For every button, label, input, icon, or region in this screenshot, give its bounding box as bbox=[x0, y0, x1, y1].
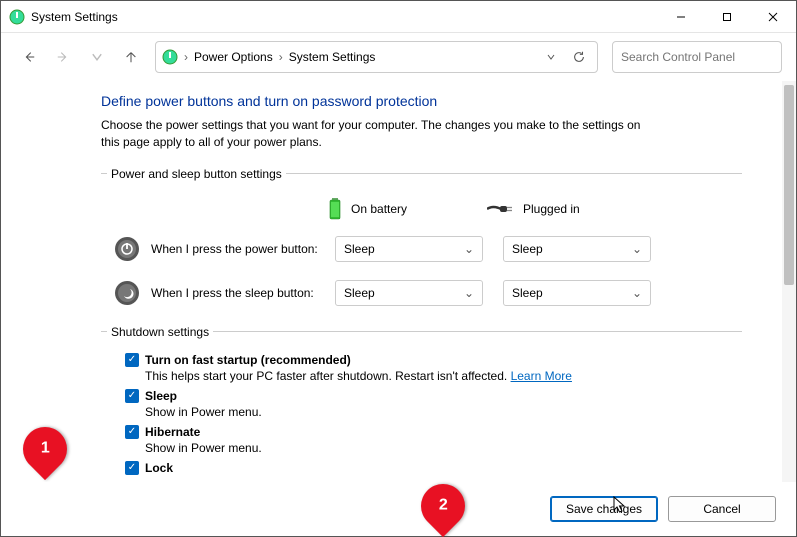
col-battery-label: On battery bbox=[351, 202, 407, 216]
hibernate-sub: Show in Power menu. bbox=[125, 439, 742, 455]
power-button-label: When I press the power button: bbox=[151, 242, 327, 256]
power-options-icon bbox=[162, 49, 178, 65]
fast-startup-checkbox[interactable]: ✓ bbox=[125, 353, 139, 367]
address-bar[interactable]: › Power Options › System Settings bbox=[155, 41, 598, 73]
power-button-plugged-select[interactable]: Sleep ⌄ bbox=[503, 236, 651, 262]
app-icon bbox=[9, 9, 25, 25]
hibernate-checkbox[interactable]: ✓ bbox=[125, 425, 139, 439]
chevron-down-icon: ⌄ bbox=[632, 286, 642, 300]
sleep-button-label: When I press the sleep button: bbox=[151, 286, 327, 300]
back-button[interactable] bbox=[15, 43, 43, 71]
page-heading: Define power buttons and turn on passwor… bbox=[101, 93, 742, 109]
fast-startup-sub: This helps start your PC faster after sh… bbox=[125, 367, 742, 383]
up-button[interactable] bbox=[117, 43, 145, 71]
shutdown-group: Shutdown settings ✓ Turn on fast startup… bbox=[101, 325, 742, 482]
lock-checkbox[interactable]: ✓ bbox=[125, 461, 139, 475]
cancel-button[interactable]: Cancel bbox=[668, 496, 776, 522]
scrollbar-thumb[interactable] bbox=[784, 85, 794, 285]
plug-icon bbox=[487, 203, 515, 215]
chevron-right-icon: › bbox=[277, 50, 285, 64]
lock-item: ✓ Lock bbox=[125, 461, 742, 475]
lock-label: Lock bbox=[145, 461, 173, 475]
minimize-button[interactable] bbox=[658, 1, 704, 32]
refresh-button[interactable] bbox=[567, 45, 591, 69]
search-input[interactable] bbox=[621, 50, 776, 64]
page-description: Choose the power settings that you want … bbox=[101, 117, 661, 151]
breadcrumb-parent[interactable]: Power Options bbox=[190, 48, 277, 66]
nav-toolbar: › Power Options › System Settings bbox=[1, 33, 796, 81]
app-window: System Settings › Power Options › System… bbox=[0, 0, 797, 537]
power-button-icon bbox=[113, 235, 141, 263]
sleep-label: Sleep bbox=[145, 389, 177, 403]
sleep-button-plugged-select[interactable]: Sleep ⌄ bbox=[503, 280, 651, 306]
hibernate-label: Hibernate bbox=[145, 425, 200, 439]
maximize-button[interactable] bbox=[704, 1, 750, 32]
col-plugged-label: Plugged in bbox=[523, 202, 580, 216]
learn-more-link[interactable]: Learn More bbox=[511, 369, 572, 383]
power-sleep-group: Power and sleep button settings On batte… bbox=[101, 167, 742, 325]
power-button-row: When I press the power button: Sleep ⌄ S… bbox=[107, 227, 742, 271]
cursor-icon bbox=[613, 496, 627, 514]
chevron-down-icon: ⌄ bbox=[464, 242, 474, 256]
battery-icon bbox=[327, 197, 343, 221]
footer: 2 Save changes Cancel bbox=[1, 482, 796, 536]
fast-startup-label: Turn on fast startup (recommended) bbox=[145, 353, 351, 367]
sleep-button-battery-select[interactable]: Sleep ⌄ bbox=[335, 280, 483, 306]
address-dropdown[interactable] bbox=[539, 45, 563, 69]
power-sleep-legend: Power and sleep button settings bbox=[107, 167, 286, 181]
recent-dropdown[interactable] bbox=[83, 43, 111, 71]
sleep-sub: Show in Power menu. bbox=[125, 403, 742, 419]
callout-1: 1 bbox=[14, 417, 76, 479]
sleep-item: ✓ Sleep Show in Power menu. bbox=[125, 389, 742, 419]
sleep-checkbox[interactable]: ✓ bbox=[125, 389, 139, 403]
chevron-right-icon: › bbox=[182, 50, 190, 64]
title-bar: System Settings bbox=[1, 1, 796, 33]
forward-button[interactable] bbox=[49, 43, 77, 71]
fast-startup-item: ✓ Turn on fast startup (recommended) Thi… bbox=[125, 353, 742, 383]
chevron-down-icon: ⌄ bbox=[464, 286, 474, 300]
hibernate-item: ✓ Hibernate Show in Power menu. bbox=[125, 425, 742, 455]
breadcrumb-current[interactable]: System Settings bbox=[285, 48, 380, 66]
window-title: System Settings bbox=[31, 10, 658, 24]
sleep-button-icon bbox=[113, 279, 141, 307]
scrollbar-track[interactable] bbox=[784, 285, 794, 480]
sleep-button-row: When I press the sleep button: Sleep ⌄ S… bbox=[107, 271, 742, 315]
column-headers: On battery Plugged in bbox=[327, 191, 742, 227]
shutdown-legend: Shutdown settings bbox=[107, 325, 213, 339]
chevron-down-icon: ⌄ bbox=[632, 242, 642, 256]
power-button-battery-select[interactable]: Sleep ⌄ bbox=[335, 236, 483, 262]
save-button[interactable]: Save changes bbox=[550, 496, 658, 522]
search-box[interactable] bbox=[612, 41, 782, 73]
content-area: Define power buttons and turn on passwor… bbox=[1, 81, 796, 482]
callout-2: 2 bbox=[412, 475, 474, 537]
window-controls bbox=[658, 1, 796, 32]
close-button[interactable] bbox=[750, 1, 796, 32]
vertical-scrollbar[interactable] bbox=[782, 81, 796, 482]
